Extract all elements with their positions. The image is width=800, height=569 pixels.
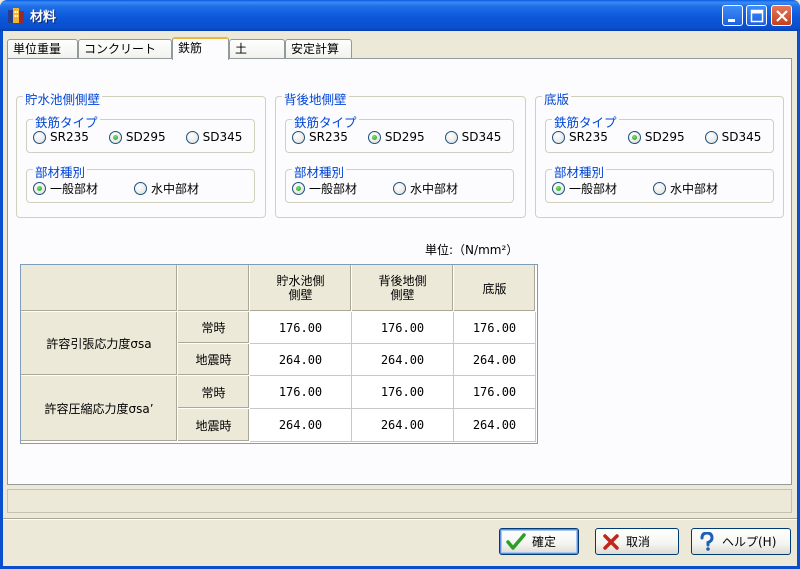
help-button[interactable]: ヘルプ(H) [691,528,791,555]
radio-circle-icon [552,130,565,144]
help-question-icon [700,531,714,551]
allowable-stress-table: 貯水池側 側壁 背後地側 側壁 底版 許容引張応力度σsa 常時 176.00 … [20,264,538,444]
close-button[interactable] [771,5,792,26]
group-title: 鉄筋タイプ [33,112,100,131]
building-icon [8,8,24,23]
radio-circle-icon [292,130,305,144]
table-cell[interactable]: 264.00 [454,344,536,376]
divider [3,518,797,520]
tab-soil[interactable]: 土 [229,39,285,59]
group-title: 背後地側壁 [282,89,349,108]
radio-underwater-member[interactable]: 水中部材 [393,180,458,197]
minimize-button[interactable] [722,5,743,26]
radio-underwater-member[interactable]: 水中部材 [134,180,199,197]
column-header: 背後地側 側壁 [352,265,454,312]
radio-sd345[interactable]: SD345 [444,130,501,144]
row-sub-header: 常時 [178,312,250,344]
table-corner-cell [21,265,178,312]
table-cell[interactable]: 176.00 [250,312,352,344]
group-backside-wall: 背後地側壁 鉄筋タイプ SR235 SD295 SD345 部材種別 一般部材 … [275,89,526,218]
tab-rebar[interactable]: 鉄筋 [172,37,229,60]
group-reservoir-side-wall: 貯水池側側壁 鉄筋タイプ SR235 SD295 SD345 部材種別 一般部材… [16,89,266,218]
group-member-type: 部材種別 一般部材 水中部材 [285,162,514,203]
radio-circle-icon [393,182,407,195]
radio-sd345[interactable]: SD345 [704,130,761,144]
table-cell[interactable]: 176.00 [352,376,454,409]
row-sub-header: 地震時 [178,409,250,442]
row-group-header: 許容圧縮応力度σsa’ [21,376,178,442]
radio-sr235[interactable]: SR235 [552,130,608,144]
status-bar [7,489,792,513]
table-corner-cell [178,265,250,312]
radio-circle-icon [185,130,199,144]
group-base-slab: 底版 鉄筋タイプ SR235 SD295 SD345 部材種別 一般部材 水中部… [535,89,784,218]
tab-concrete[interactable]: コンクリート [78,39,172,59]
table-cell[interactable]: 264.00 [250,409,352,442]
row-sub-header: 地震時 [178,344,250,376]
radio-sd295[interactable]: SD295 [367,130,425,144]
group-rebar-type: 鉄筋タイプ SR235 SD295 SD345 [545,112,774,153]
radio-general-member[interactable]: 一般部材 [33,180,98,197]
radio-sd295[interactable]: SD295 [108,130,166,144]
table-cell[interactable]: 176.00 [454,376,536,409]
unit-label: 単位:（N/mm²） [425,243,519,257]
radio-circle-icon [444,130,458,144]
radio-selected-icon [627,130,641,144]
group-title: 底版 [542,89,572,108]
radio-circle-icon [704,130,718,144]
window-frame-left [0,31,3,569]
group-title: 部材種別 [292,162,347,181]
window-title: 材料 [30,10,57,25]
tab-stability-calc[interactable]: 安定計算 [285,39,352,59]
group-rebar-type: 鉄筋タイプ SR235 SD295 SD345 [285,112,514,153]
group-title: 鉄筋タイプ [292,112,359,131]
table-cell[interactable]: 264.00 [352,409,454,442]
table-cell[interactable]: 264.00 [454,409,536,442]
confirm-button[interactable]: 確定 [499,528,579,555]
group-member-type: 部材種別 一般部材 水中部材 [545,162,774,203]
title-bar[interactable]: 材料 [0,0,800,31]
minimize-icon [728,19,735,22]
radio-sd295[interactable]: SD295 [627,130,685,144]
table-cell[interactable]: 176.00 [352,312,454,344]
cancel-button[interactable]: 取消 [595,528,679,555]
group-title: 鉄筋タイプ [552,112,619,131]
row-sub-header: 常時 [178,376,250,409]
radio-sd345[interactable]: SD345 [185,130,242,144]
table-cell[interactable]: 176.00 [454,312,536,344]
column-header: 底版 [454,265,536,312]
radio-selected-icon [108,130,122,144]
radio-general-member[interactable]: 一般部材 [292,180,357,197]
checkmark-icon [506,532,526,550]
group-title: 部材種別 [552,162,607,181]
tab-unit-weight[interactable]: 単位重量 [7,39,78,59]
table-cell[interactable]: 264.00 [352,344,454,376]
radio-selected-icon [552,182,565,195]
radio-selected-icon [33,182,46,195]
table-cell[interactable]: 176.00 [250,376,352,409]
radio-circle-icon [33,130,46,144]
group-rebar-type: 鉄筋タイプ SR235 SD295 SD345 [26,112,255,153]
radio-underwater-member[interactable]: 水中部材 [653,180,718,197]
table-cell[interactable]: 264.00 [250,344,352,376]
radio-selected-icon [367,130,381,144]
maximize-icon [750,9,764,23]
group-member-type: 部材種別 一般部材 水中部材 [26,162,255,203]
radio-circle-icon [134,182,148,195]
close-icon [776,10,788,22]
column-header: 貯水池側 側壁 [250,265,352,312]
radio-sr235[interactable]: SR235 [33,130,89,144]
row-group-header: 許容引張応力度σsa [21,312,178,376]
radio-circle-icon [653,182,667,195]
radio-sr235[interactable]: SR235 [292,130,348,144]
group-title: 部材種別 [33,162,88,181]
radio-selected-icon [292,182,305,195]
x-mark-icon [603,533,619,550]
radio-general-member[interactable]: 一般部材 [552,180,617,197]
maximize-button[interactable] [746,5,767,26]
group-title: 貯水池側側壁 [23,89,103,108]
